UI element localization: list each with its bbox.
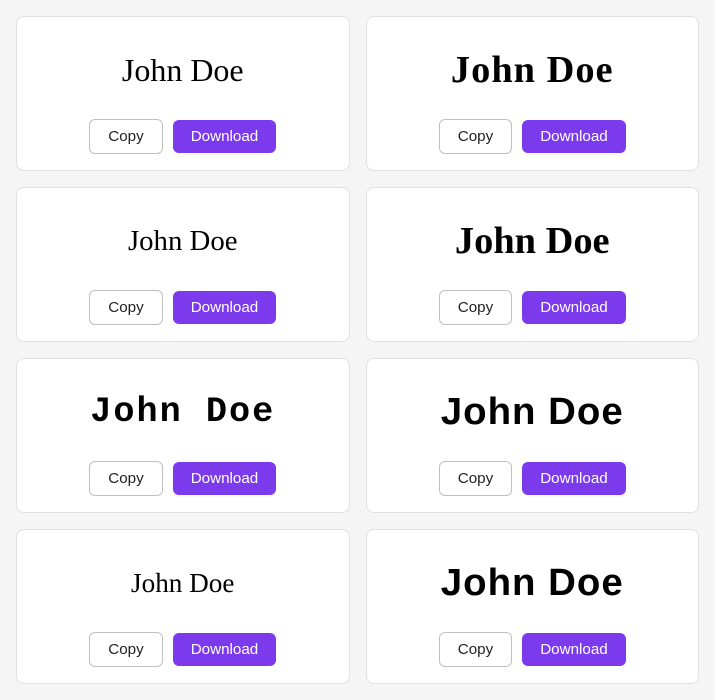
download-button-3[interactable]: Download xyxy=(173,291,277,324)
card-buttons: Copy Download xyxy=(89,632,276,667)
signature-text: John Doe xyxy=(383,208,683,274)
signature-text: John Doe xyxy=(33,379,333,445)
signature-card-3: John Doe Copy Download xyxy=(16,187,350,342)
signature-text: John Doe xyxy=(383,37,683,103)
copy-button-4[interactable]: Copy xyxy=(439,290,512,325)
signature-text: John Doe xyxy=(33,208,333,274)
download-button-8[interactable]: Download xyxy=(522,633,626,666)
signature-text: John Doe xyxy=(33,37,333,103)
download-button-7[interactable]: Download xyxy=(173,633,277,666)
copy-button-1[interactable]: Copy xyxy=(89,119,162,154)
download-button-4[interactable]: Download xyxy=(522,291,626,324)
copy-button-2[interactable]: Copy xyxy=(439,119,512,154)
signature-card-7: John Doe Copy Download xyxy=(16,529,350,684)
card-buttons: Copy Download xyxy=(89,119,276,154)
card-buttons: Copy Download xyxy=(89,461,276,496)
card-buttons: Copy Download xyxy=(439,632,626,667)
signature-card-5: John Doe Copy Download xyxy=(16,358,350,513)
signature-text: John Doe xyxy=(383,379,683,445)
signature-card-2: John Doe Copy Download xyxy=(366,16,700,171)
signature-card-4: John Doe Copy Download xyxy=(366,187,700,342)
copy-button-5[interactable]: Copy xyxy=(89,461,162,496)
card-buttons: Copy Download xyxy=(439,119,626,154)
signature-text: John Doe xyxy=(33,550,333,616)
signature-text: John Doe xyxy=(383,550,683,616)
copy-button-7[interactable]: Copy xyxy=(89,632,162,667)
card-buttons: Copy Download xyxy=(439,461,626,496)
copy-button-8[interactable]: Copy xyxy=(439,632,512,667)
download-button-1[interactable]: Download xyxy=(173,120,277,153)
signature-card-8: John Doe Copy Download xyxy=(366,529,700,684)
download-button-2[interactable]: Download xyxy=(522,120,626,153)
download-button-5[interactable]: Download xyxy=(173,462,277,495)
signature-card-6: John Doe Copy Download xyxy=(366,358,700,513)
copy-button-6[interactable]: Copy xyxy=(439,461,512,496)
signature-card-1: John Doe Copy Download xyxy=(16,16,350,171)
card-buttons: Copy Download xyxy=(89,290,276,325)
copy-button-3[interactable]: Copy xyxy=(89,290,162,325)
signature-grid: John Doe Copy Download John Doe Copy Download… xyxy=(16,16,699,684)
card-buttons: Copy Download xyxy=(439,290,626,325)
download-button-6[interactable]: Download xyxy=(522,462,626,495)
